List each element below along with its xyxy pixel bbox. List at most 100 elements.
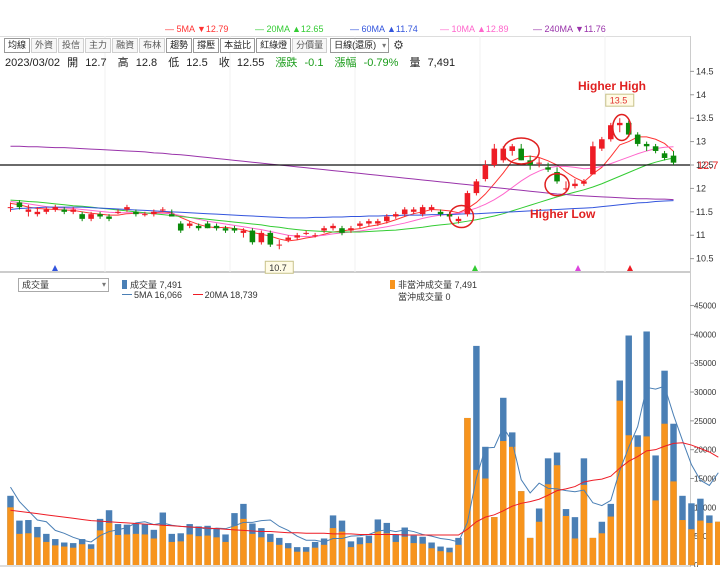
volume-label: 量	[409, 57, 421, 69]
price-tick-label: 10.5	[696, 254, 714, 264]
ma20-line-key	[192, 294, 203, 295]
indicator-toolbar: 均線外資投信主力融資布林趨勢撐壓本益比紅綠燈分價量日線(還原) ⚙	[4, 37, 404, 53]
price-240ma-line	[10, 145, 674, 201]
candle-body	[509, 146, 516, 151]
price-tick-label: 13	[696, 137, 706, 147]
volume-bar-non-day-trade	[69, 547, 77, 565]
ma-legend-5ma: — 5MA ▼12.79	[165, 24, 229, 34]
volume-bar-non-day-trade	[482, 478, 489, 565]
candle-body	[428, 207, 435, 210]
volume-legend-label: 成交量 7,491	[130, 280, 183, 290]
candle-body	[545, 167, 551, 170]
volume-bar-non-day-trade	[437, 551, 444, 565]
low-label: 低	[168, 57, 180, 69]
volume-bar-non-day-trade	[634, 446, 641, 565]
volume-bar-non-day-trade	[258, 537, 265, 565]
info-low: 低 12.5	[168, 57, 211, 69]
candle-body	[375, 221, 381, 224]
toolbar-tab-1[interactable]: 均線	[4, 37, 31, 53]
volume-bar-non-day-trade	[240, 518, 247, 565]
candle-body	[599, 139, 605, 149]
candle-body	[321, 228, 327, 231]
volume-bar-non-day-trade	[661, 423, 668, 565]
volume-bar-non-day-trade	[491, 517, 498, 565]
day-trade-label: 當沖成交量 0	[398, 292, 451, 302]
toolbar-tab-10[interactable]: 紅綠燈	[256, 37, 292, 53]
price-tick-label: 13.5	[696, 113, 714, 123]
candle-body	[213, 225, 220, 229]
candle-body	[339, 228, 345, 233]
candle-body	[482, 165, 489, 180]
toolbar-tab-5[interactable]: 融資	[112, 37, 139, 53]
price-5ma-line	[10, 136, 674, 242]
volume-bar-non-day-trade	[580, 484, 588, 565]
high-label: 高	[117, 57, 129, 69]
volume-bar-non-day-trade	[562, 515, 570, 565]
candle-body	[204, 223, 211, 229]
volume-bar-non-day-trade	[249, 533, 256, 565]
ma-legend-10ma: — 10MA ▲12.89	[440, 24, 509, 34]
candle-body	[240, 230, 247, 233]
event-marker-1	[52, 265, 58, 271]
candle-body	[7, 207, 14, 209]
candle-body	[276, 244, 283, 246]
info-open: 開 12.7	[67, 57, 110, 69]
gear-icon[interactable]: ⚙	[393, 38, 404, 52]
volume-bar-non-day-trade	[616, 400, 623, 565]
ohlc-info-bar: 2023/03/02 開 12.7 高 12.8 低 12.5 收 12.55 …	[5, 54, 463, 70]
volume-tick-label: 25000	[694, 417, 717, 426]
toolbar-tab-3[interactable]: 投信	[58, 37, 85, 53]
toolbar-tab-6[interactable]: 布林	[139, 37, 166, 53]
volume-bar-non-day-trade	[195, 536, 202, 565]
candle-body	[267, 232, 274, 245]
volume-bar-non-day-trade	[356, 544, 364, 565]
candle-body	[348, 228, 354, 231]
toolbar-tab-2[interactable]: 外資	[31, 37, 58, 53]
volume-bar-non-day-trade	[589, 537, 597, 565]
open-value: 12.7	[85, 57, 107, 69]
volume-bar-non-day-trade	[347, 547, 355, 565]
candle-body	[97, 214, 103, 217]
volume-bar-non-day-trade	[78, 544, 86, 565]
close-value: 12.55	[236, 57, 265, 69]
volume-bar-non-day-trade	[652, 500, 659, 565]
volume-bar-non-day-trade	[114, 535, 122, 565]
toolbar-tab-8[interactable]: 撐壓	[193, 37, 220, 53]
volume-bar-non-day-trade	[141, 534, 149, 565]
candle-body	[464, 193, 471, 215]
candle-body	[25, 209, 32, 212]
toolbar-tab-4[interactable]: 主力	[85, 37, 112, 53]
candle-body	[16, 202, 23, 208]
volume-bar-non-day-trade	[607, 516, 615, 565]
candle-body	[79, 214, 85, 219]
candle-body	[177, 223, 184, 231]
change-label: 漲跌	[275, 57, 298, 69]
candle-body	[43, 209, 50, 212]
volume-bar-non-day-trade	[231, 525, 238, 565]
candle-body	[455, 218, 462, 222]
higher-high-label: Higher High	[578, 79, 646, 93]
volume-bar-non-day-trade	[535, 521, 543, 565]
toolbar-tab-11[interactable]: 分價量	[292, 37, 328, 53]
info-change: 漲跌 -0.1	[275, 57, 327, 69]
candle-body	[384, 216, 390, 222]
volume-bar-non-day-trade	[105, 522, 113, 565]
candle-body	[222, 228, 229, 231]
candle-body	[634, 134, 641, 144]
volume-bar-non-day-trade	[688, 529, 695, 565]
period-select[interactable]: 日線(還原)	[330, 37, 390, 53]
volume-bar-non-day-trade	[43, 541, 50, 565]
volume-bar-non-day-trade	[311, 547, 319, 565]
candle-body	[437, 211, 444, 215]
candle-body	[106, 216, 112, 219]
volume-bar-non-day-trade	[419, 543, 426, 565]
event-marker-2	[472, 265, 478, 271]
toolbar-tab-9[interactable]: 本益比	[220, 37, 256, 53]
low-value: 12.5	[186, 57, 208, 69]
volume-bar-non-day-trade	[16, 533, 23, 565]
candle-body	[518, 148, 524, 161]
volume-ma5-label: 5MA 16,066	[134, 290, 183, 300]
toolbar-tab-7[interactable]: 趨勢	[166, 37, 193, 53]
volume-indicator-select[interactable]: 成交量	[18, 278, 109, 292]
volume-bar-non-day-trade	[625, 435, 632, 565]
